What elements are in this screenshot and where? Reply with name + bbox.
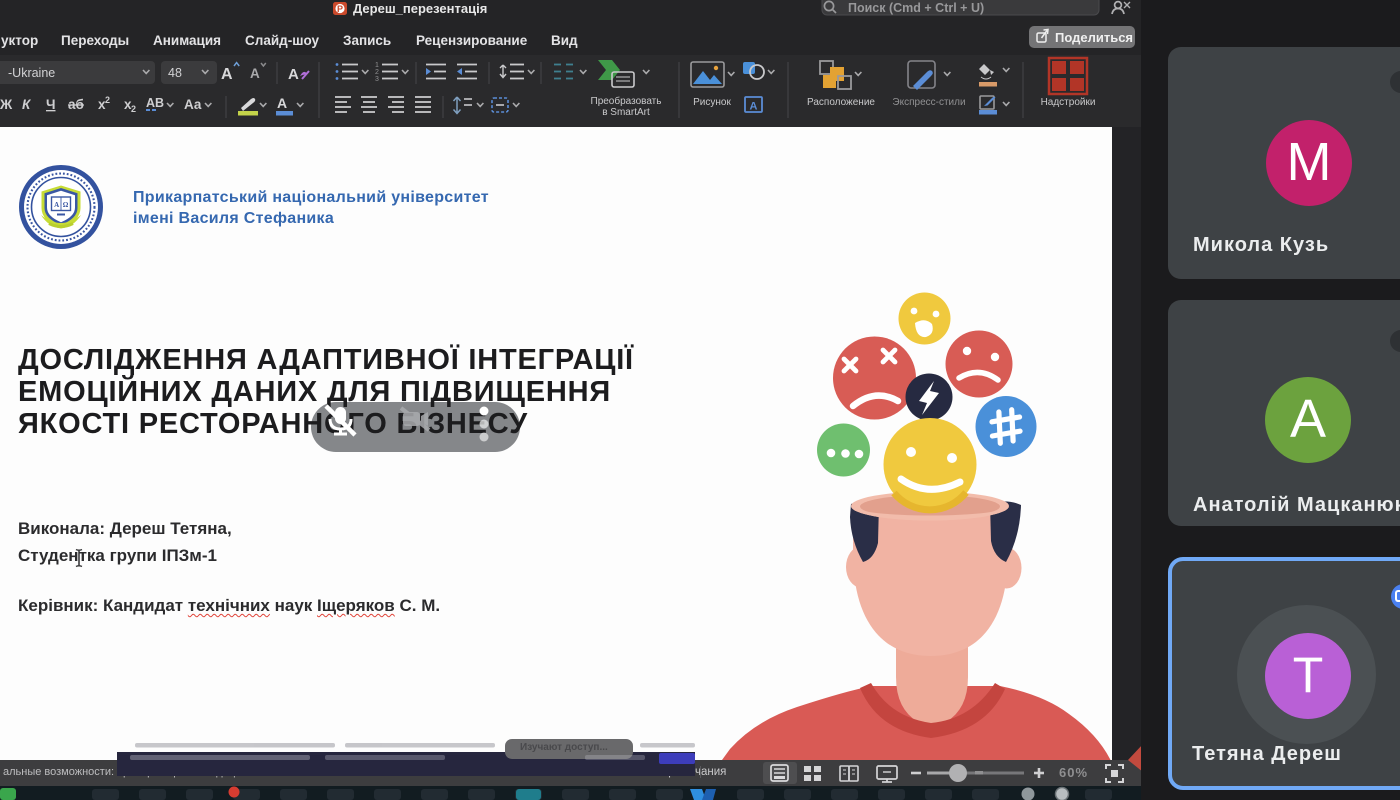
- svg-text:Аа: Аа: [184, 97, 202, 112]
- svg-text:2: 2: [105, 95, 110, 105]
- svg-text:A: A: [54, 201, 59, 209]
- svg-text:Ω: Ω: [63, 201, 69, 209]
- svg-text:A: A: [288, 66, 299, 83]
- svg-text:3: 3: [375, 76, 379, 83]
- svg-text:аб: аб: [68, 97, 84, 112]
- svg-text:Ж: Ж: [0, 97, 13, 112]
- svg-text:2: 2: [131, 104, 136, 114]
- svg-text:P: P: [337, 4, 343, 14]
- svg-text:A: A: [250, 66, 260, 81]
- svg-text:АВ: АВ: [146, 96, 164, 110]
- svg-text:A: A: [221, 66, 233, 83]
- svg-text:1: 1: [375, 62, 379, 69]
- svg-text:-Ukraine: -Ukraine: [8, 66, 55, 80]
- svg-text:48: 48: [168, 66, 182, 80]
- svg-text:К: К: [22, 97, 32, 112]
- svg-text:2: 2: [375, 69, 379, 76]
- svg-text:A: A: [750, 101, 758, 113]
- svg-text:А: А: [277, 95, 287, 111]
- svg-text:Ч: Ч: [46, 97, 56, 112]
